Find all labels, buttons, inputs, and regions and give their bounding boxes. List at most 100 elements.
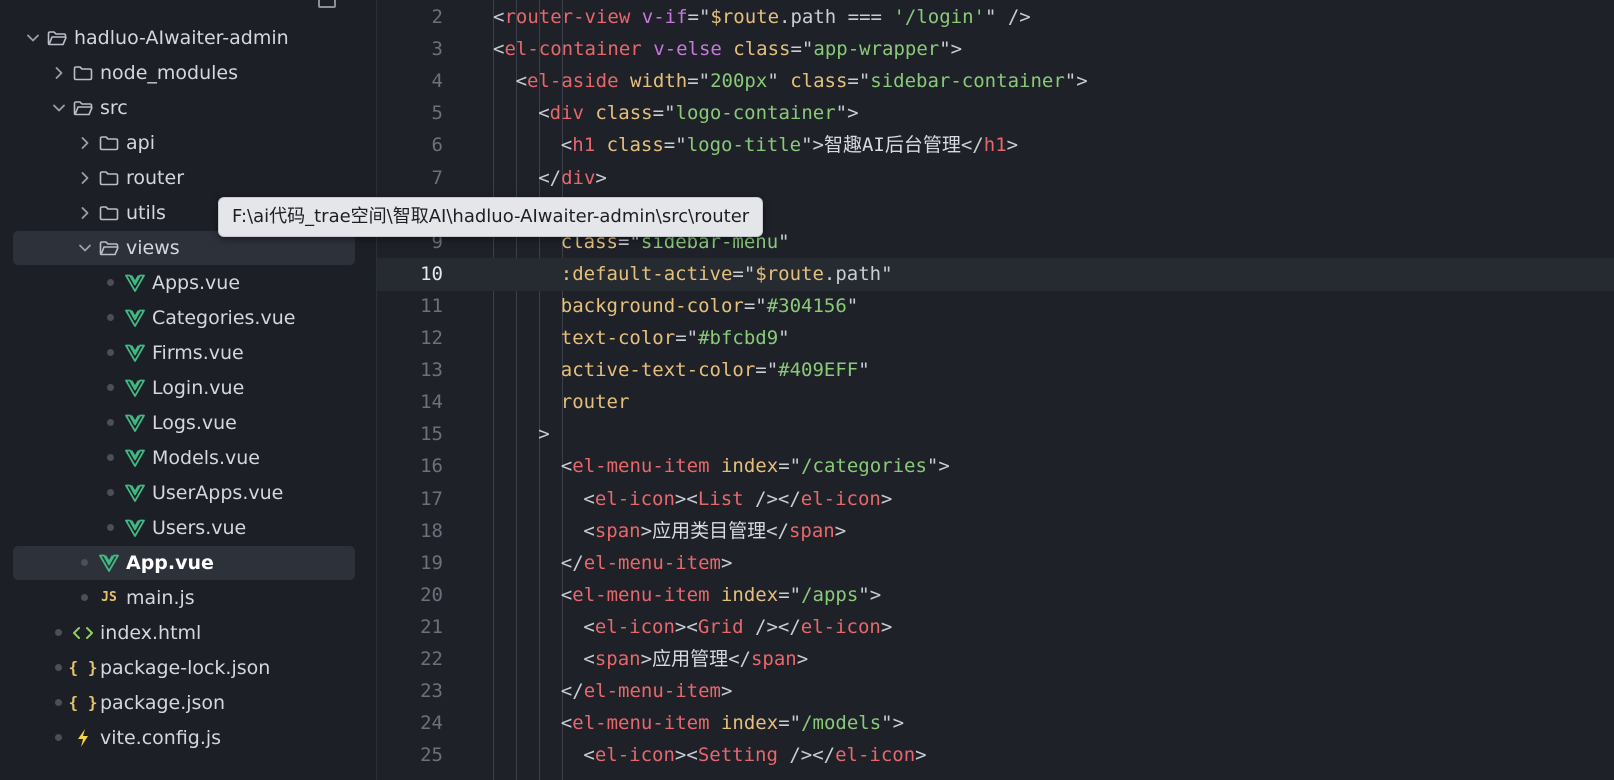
code-token: > <box>720 551 733 574</box>
code-line[interactable]: 2 <router-view v-if="$route.path === '/lo… <box>377 1 1614 34</box>
code-line[interactable]: 25 <el-icon><Setting /></el-icon> <box>377 739 1614 772</box>
path-tooltip: F:\ai代码_trae空间\智取AI\hadluo-AIwaiter-admi… <box>218 197 764 237</box>
code-line[interactable]: 6 <h1 class="logo-title">智趣AI后台管理</h1> <box>377 129 1614 162</box>
code-token: "> <box>835 102 859 125</box>
code-token: router-view <box>504 6 631 28</box>
tree-item-userapps-vue[interactable]: UserApps.vue <box>13 476 355 510</box>
code-token: >< <box>674 615 698 638</box>
code-token: :default-active <box>560 262 733 285</box>
tree-item-label: package.json <box>100 692 226 714</box>
code-token: el-icon <box>835 744 916 767</box>
tree-item-label: Users.vue <box>152 517 247 539</box>
code-token: =" <box>778 583 802 606</box>
tree-item-models-vue[interactable]: Models.vue <box>13 441 355 475</box>
code-token: " <box>778 230 790 253</box>
code-line[interactable]: 19 </el-menu-item> <box>377 547 1614 580</box>
chevron-right-icon[interactable] <box>75 126 95 160</box>
tree-item-api[interactable]: api <box>13 126 355 160</box>
tree-item-src[interactable]: src <box>13 91 355 125</box>
collapse-icon[interactable] <box>318 0 336 8</box>
tree-item-router[interactable]: router <box>13 161 355 195</box>
code-line[interactable]: 18 <span>应用类目管理</span> <box>377 515 1614 548</box>
chevron-right-icon[interactable] <box>75 196 95 230</box>
code-line[interactable]: 12 text-color="#bfcbd9" <box>377 322 1614 355</box>
code-token: /></ <box>743 615 801 638</box>
code-token: v-else <box>653 38 722 61</box>
chevron-right-icon[interactable] <box>49 56 69 90</box>
code-token: < <box>493 38 505 61</box>
code-text: background-color="#304156" <box>561 290 858 323</box>
tree-item-label: Login.vue <box>152 377 245 399</box>
tree-item-firms-vue[interactable]: Firms.vue <box>13 336 355 370</box>
code-text: <span>应用类目管理</span> <box>583 515 846 548</box>
code-line[interactable]: 22 <span>应用管理</span> <box>377 643 1614 676</box>
code-token: " <box>778 327 790 349</box>
code-line[interactable]: 24 <el-menu-item index="/models"> <box>377 707 1614 740</box>
tree-item-label: index.html <box>100 622 202 644</box>
sidebar-divider[interactable] <box>362 0 377 780</box>
code-token: =" <box>687 6 711 28</box>
code-token: > <box>880 487 893 510</box>
tree-item-main-js[interactable]: JS main.js <box>13 581 355 615</box>
tree-item-login-vue[interactable]: Login.vue <box>13 371 355 405</box>
code-token: > <box>720 680 733 703</box>
chevron-down-icon[interactable] <box>49 91 69 125</box>
code-text: text-color="#bfcbd9" <box>561 322 790 355</box>
chevron-down-icon[interactable] <box>75 231 95 265</box>
code-token: > <box>640 648 653 670</box>
tree-item-app-vue[interactable]: App.vue <box>13 546 355 580</box>
code-editor[interactable]: 2 <router-view v-if="$route.path === '/lo… <box>377 0 1614 780</box>
code-line[interactable]: 7 </div> <box>377 162 1614 195</box>
tree-item-logs-vue[interactable]: Logs.vue <box>13 406 355 440</box>
tree-item-vite-config-js[interactable]: vite.config.js <box>13 721 355 755</box>
code-line[interactable]: 14 router <box>377 386 1614 419</box>
tree-item-package-lock-json[interactable]: { } package-lock.json <box>13 651 355 685</box>
tree-item-index-html[interactable]: index.html <box>13 616 355 650</box>
file-bullet <box>107 524 114 531</box>
code-token: </ <box>960 134 984 157</box>
code-line[interactable]: 11 background-color="#304156" <box>377 290 1614 323</box>
code-token: width <box>630 70 688 93</box>
chevron-down-icon[interactable] <box>23 21 43 55</box>
code-line[interactable]: 13 active-text-color="#409EFF" <box>377 354 1614 387</box>
code-token: active-text-color <box>560 359 756 382</box>
tree-item-users-vue[interactable]: Users.vue <box>13 511 355 545</box>
folder-icon <box>97 126 121 160</box>
tree-item-node-modules[interactable]: node_modules <box>13 56 355 90</box>
code-text: <el-icon><Grid /></el-icon> <box>583 611 892 644</box>
code-token: =" <box>743 294 767 317</box>
code-line[interactable]: 16 <el-menu-item index="/categories"> <box>377 450 1614 483</box>
code-line[interactable]: 5 <div class="logo-container"> <box>377 97 1614 130</box>
line-number: 23 <box>420 680 443 703</box>
line-number: 24 <box>420 712 443 735</box>
code-token: el-aside <box>527 70 619 93</box>
code-line[interactable]: 4 <el-aside width="200px" class="sidebar-… <box>377 65 1614 98</box>
code-token: el-icon <box>800 487 881 510</box>
tree-item-categories-vue[interactable]: Categories.vue <box>13 301 355 335</box>
tree-item-label: Logs.vue <box>152 412 237 434</box>
code-line[interactable]: 21 <el-icon><Grid /></el-icon> <box>377 611 1614 644</box>
tree-item-package-json[interactable]: { } package.json <box>13 686 355 720</box>
tree-item-apps-vue[interactable]: Apps.vue <box>13 266 355 300</box>
tree-item-hadluo-aiwaiter-admin[interactable]: hadluo-AIwaiter-admin <box>13 21 355 55</box>
tree-item-label: views <box>126 237 180 259</box>
code-token: /></ <box>743 487 801 510</box>
code-line[interactable]: 3 <el-container v-else class="app-wrapper… <box>377 33 1614 66</box>
code-token: sidebar-container <box>870 70 1065 93</box>
code-token: " <box>846 294 859 317</box>
code-text: <span>应用管理</span> <box>583 643 808 676</box>
code-token: "> <box>926 455 950 478</box>
code-text: </div> <box>538 162 607 195</box>
tree-item-label: src <box>100 97 128 119</box>
code-token: .path" <box>823 262 893 285</box>
chevron-right-icon[interactable] <box>75 161 95 195</box>
code-line[interactable]: 23 </el-menu-item> <box>377 675 1614 708</box>
code-line[interactable]: 10:default-active="$route.path" <box>377 257 1614 291</box>
code-token: List <box>697 487 744 510</box>
code-line[interactable]: 15 > <box>377 418 1614 451</box>
code-line[interactable]: 20 <el-menu-item index="/apps"> <box>377 579 1614 612</box>
code-token: < <box>560 583 573 606</box>
code-line[interactable]: 17 <el-icon><List /></el-icon> <box>377 483 1614 516</box>
code-token: < <box>560 134 573 157</box>
